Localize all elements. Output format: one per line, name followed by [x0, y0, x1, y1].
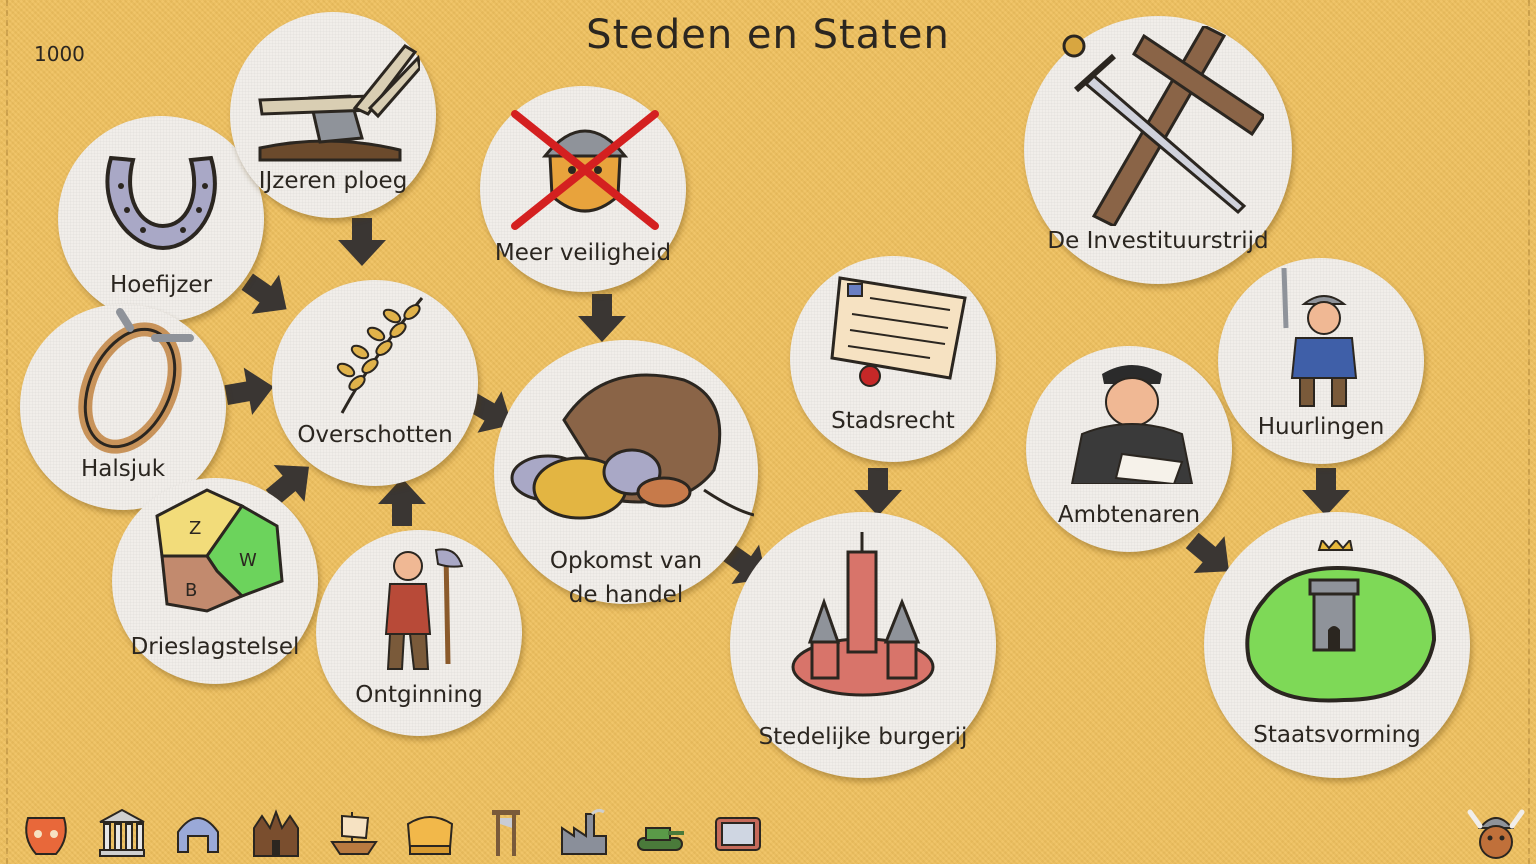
arrow-ijzeren-ploeg: [338, 218, 386, 266]
field-z: Z: [189, 518, 201, 539]
node-stadsrecht[interactable]: Stadsrecht: [790, 256, 996, 462]
node-overschotten-label: Overschotten: [297, 422, 453, 448]
node-opkomst-handel[interactable]: Opkomst van de handel: [494, 340, 758, 608]
node-opkomst-label-1: Opkomst van: [549, 548, 703, 574]
arrow-huurlingen: [1302, 468, 1350, 516]
node-ontginning-label: Ontginning: [355, 682, 483, 708]
viking-crossed-icon: [511, 110, 659, 230]
state-territory-icon: [1245, 540, 1437, 703]
era-toolbar: [0, 800, 1536, 864]
cross-and-sword-icon: [1062, 26, 1264, 226]
viking-mascot-icon[interactable]: [1466, 802, 1526, 862]
guillotine-icon[interactable]: [480, 808, 532, 858]
helmet-icon[interactable]: [172, 808, 224, 858]
charter-document-icon: [830, 276, 967, 387]
castle-icon[interactable]: [250, 808, 302, 858]
node-ambtenaren-label: Ambtenaren: [1057, 502, 1201, 528]
node-hoefijzer-label: Hoefijzer: [109, 272, 213, 298]
node-ontginning[interactable]: Ontginning: [316, 530, 522, 736]
three-field-map-icon: Z W B: [155, 488, 284, 613]
money-bag-icon: [510, 373, 754, 520]
arrow-veiligheid: [578, 294, 626, 342]
grain-icon: [336, 297, 424, 414]
horse-collar-icon: [78, 308, 194, 454]
node-ijzeren-ploeg[interactable]: IJzeren ploeg: [230, 12, 436, 218]
node-ijzeren-ploeg-label: IJzeren ploeg: [258, 168, 408, 194]
horseshoe-icon: [105, 155, 217, 251]
factory-icon[interactable]: [558, 808, 610, 858]
pottery-icon[interactable]: [20, 808, 72, 858]
node-staatsvorming-label: Staatsvorming: [1253, 722, 1421, 748]
node-meer-veiligheid[interactable]: Meer veiligheid: [480, 86, 686, 292]
arrow-halsjuk: [222, 363, 278, 419]
plough-icon: [258, 44, 420, 162]
node-ambtenaren[interactable]: Ambtenaren: [1026, 346, 1232, 552]
node-drieslagstelsel-label: Drieslagstelsel: [130, 634, 300, 660]
temple-icon[interactable]: [96, 808, 148, 858]
node-drieslagstelsel[interactable]: Z W B Drieslagstelsel: [112, 478, 318, 684]
node-opkomst-label-2: de handel: [568, 582, 684, 608]
node-meer-veiligheid-label: Meer veiligheid: [494, 240, 672, 266]
node-investituurstrijd-label: De Investituurstrijd: [1047, 228, 1269, 254]
clerk-icon: [1070, 365, 1194, 484]
woodcutter-icon: [384, 548, 464, 670]
tank-icon[interactable]: [634, 808, 686, 858]
node-huurlingen-label: Huurlingen: [1257, 414, 1385, 440]
node-stedelijke-burgerij-label: Stedelijke burgerij: [758, 724, 968, 750]
television-icon[interactable]: [712, 808, 764, 858]
field-b: B: [185, 580, 197, 601]
field-w: W: [239, 550, 257, 571]
node-stedelijke-burgerij[interactable]: Stedelijke burgerij: [730, 512, 996, 778]
node-huurlingen[interactable]: Huurlingen: [1218, 258, 1424, 464]
city-icon: [791, 532, 935, 697]
crown-icon[interactable]: [404, 808, 456, 858]
node-staatsvorming[interactable]: Staatsvorming: [1204, 512, 1470, 778]
node-investituurstrijd[interactable]: De Investituurstrijd: [1024, 16, 1292, 284]
node-stadsrecht-label: Stadsrecht: [831, 408, 955, 434]
node-overschotten[interactable]: Overschotten: [272, 280, 478, 486]
ship-icon[interactable]: [328, 808, 380, 858]
mercenary-icon: [1281, 268, 1358, 407]
node-hoefijzer[interactable]: Hoefijzer: [58, 116, 264, 322]
arrow-stadsrecht: [854, 468, 902, 516]
